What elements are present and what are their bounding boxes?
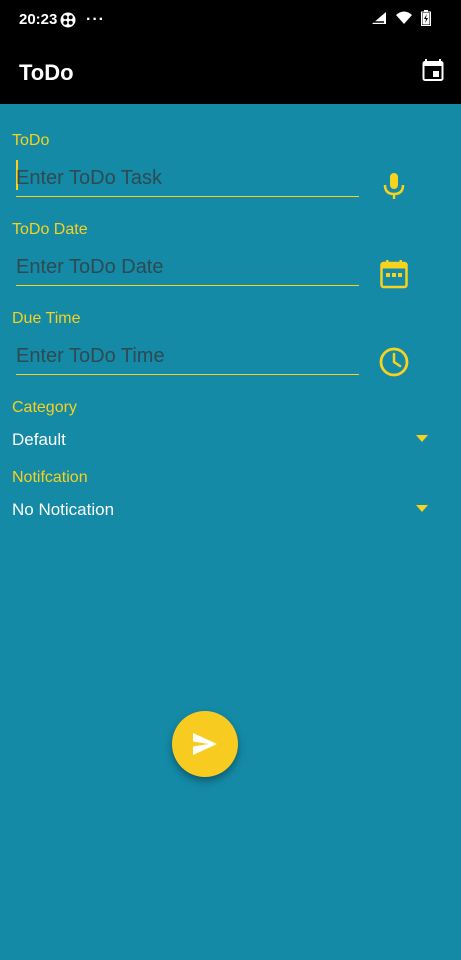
more-notifications-icon: ··· [86, 11, 105, 28]
dropdown-arrow-icon [416, 505, 428, 512]
category-label: Category [12, 399, 77, 416]
app-bar: ToDo [0, 40, 461, 104]
todo-task-input[interactable] [16, 162, 359, 194]
notification-dropdown[interactable]: No Notication [12, 495, 432, 523]
microphone-icon[interactable] [378, 170, 410, 202]
dropdown-arrow-icon [416, 435, 428, 442]
app-notification-icon [60, 12, 76, 28]
due-time-label: Due Time [12, 310, 81, 327]
calendar-icon[interactable] [378, 258, 410, 290]
status-bar: 20:23 ··· [0, 0, 461, 40]
due-time-field[interactable] [16, 338, 359, 375]
category-dropdown[interactable]: Default [12, 425, 432, 453]
notification-label: Notifcation [12, 469, 88, 486]
category-selected-value: Default [12, 430, 66, 449]
todo-task-field[interactable] [16, 160, 359, 197]
battery-charging-icon [421, 10, 431, 26]
notification-selected-value: No Notication [12, 500, 115, 519]
send-button[interactable] [172, 711, 238, 777]
todo-date-field[interactable] [16, 249, 359, 286]
send-icon [193, 733, 217, 755]
due-time-input[interactable] [16, 340, 359, 372]
clock-icon[interactable] [378, 346, 410, 378]
todo-date-input[interactable] [16, 251, 359, 283]
signal-icon [372, 12, 386, 24]
todo-label: ToDo [12, 132, 50, 149]
calendar-today-icon[interactable] [421, 58, 445, 82]
wifi-icon [396, 11, 412, 24]
status-time: 20:23 [19, 11, 58, 28]
app-title: ToDo [19, 60, 74, 85]
todo-date-label: ToDo Date [12, 221, 88, 238]
